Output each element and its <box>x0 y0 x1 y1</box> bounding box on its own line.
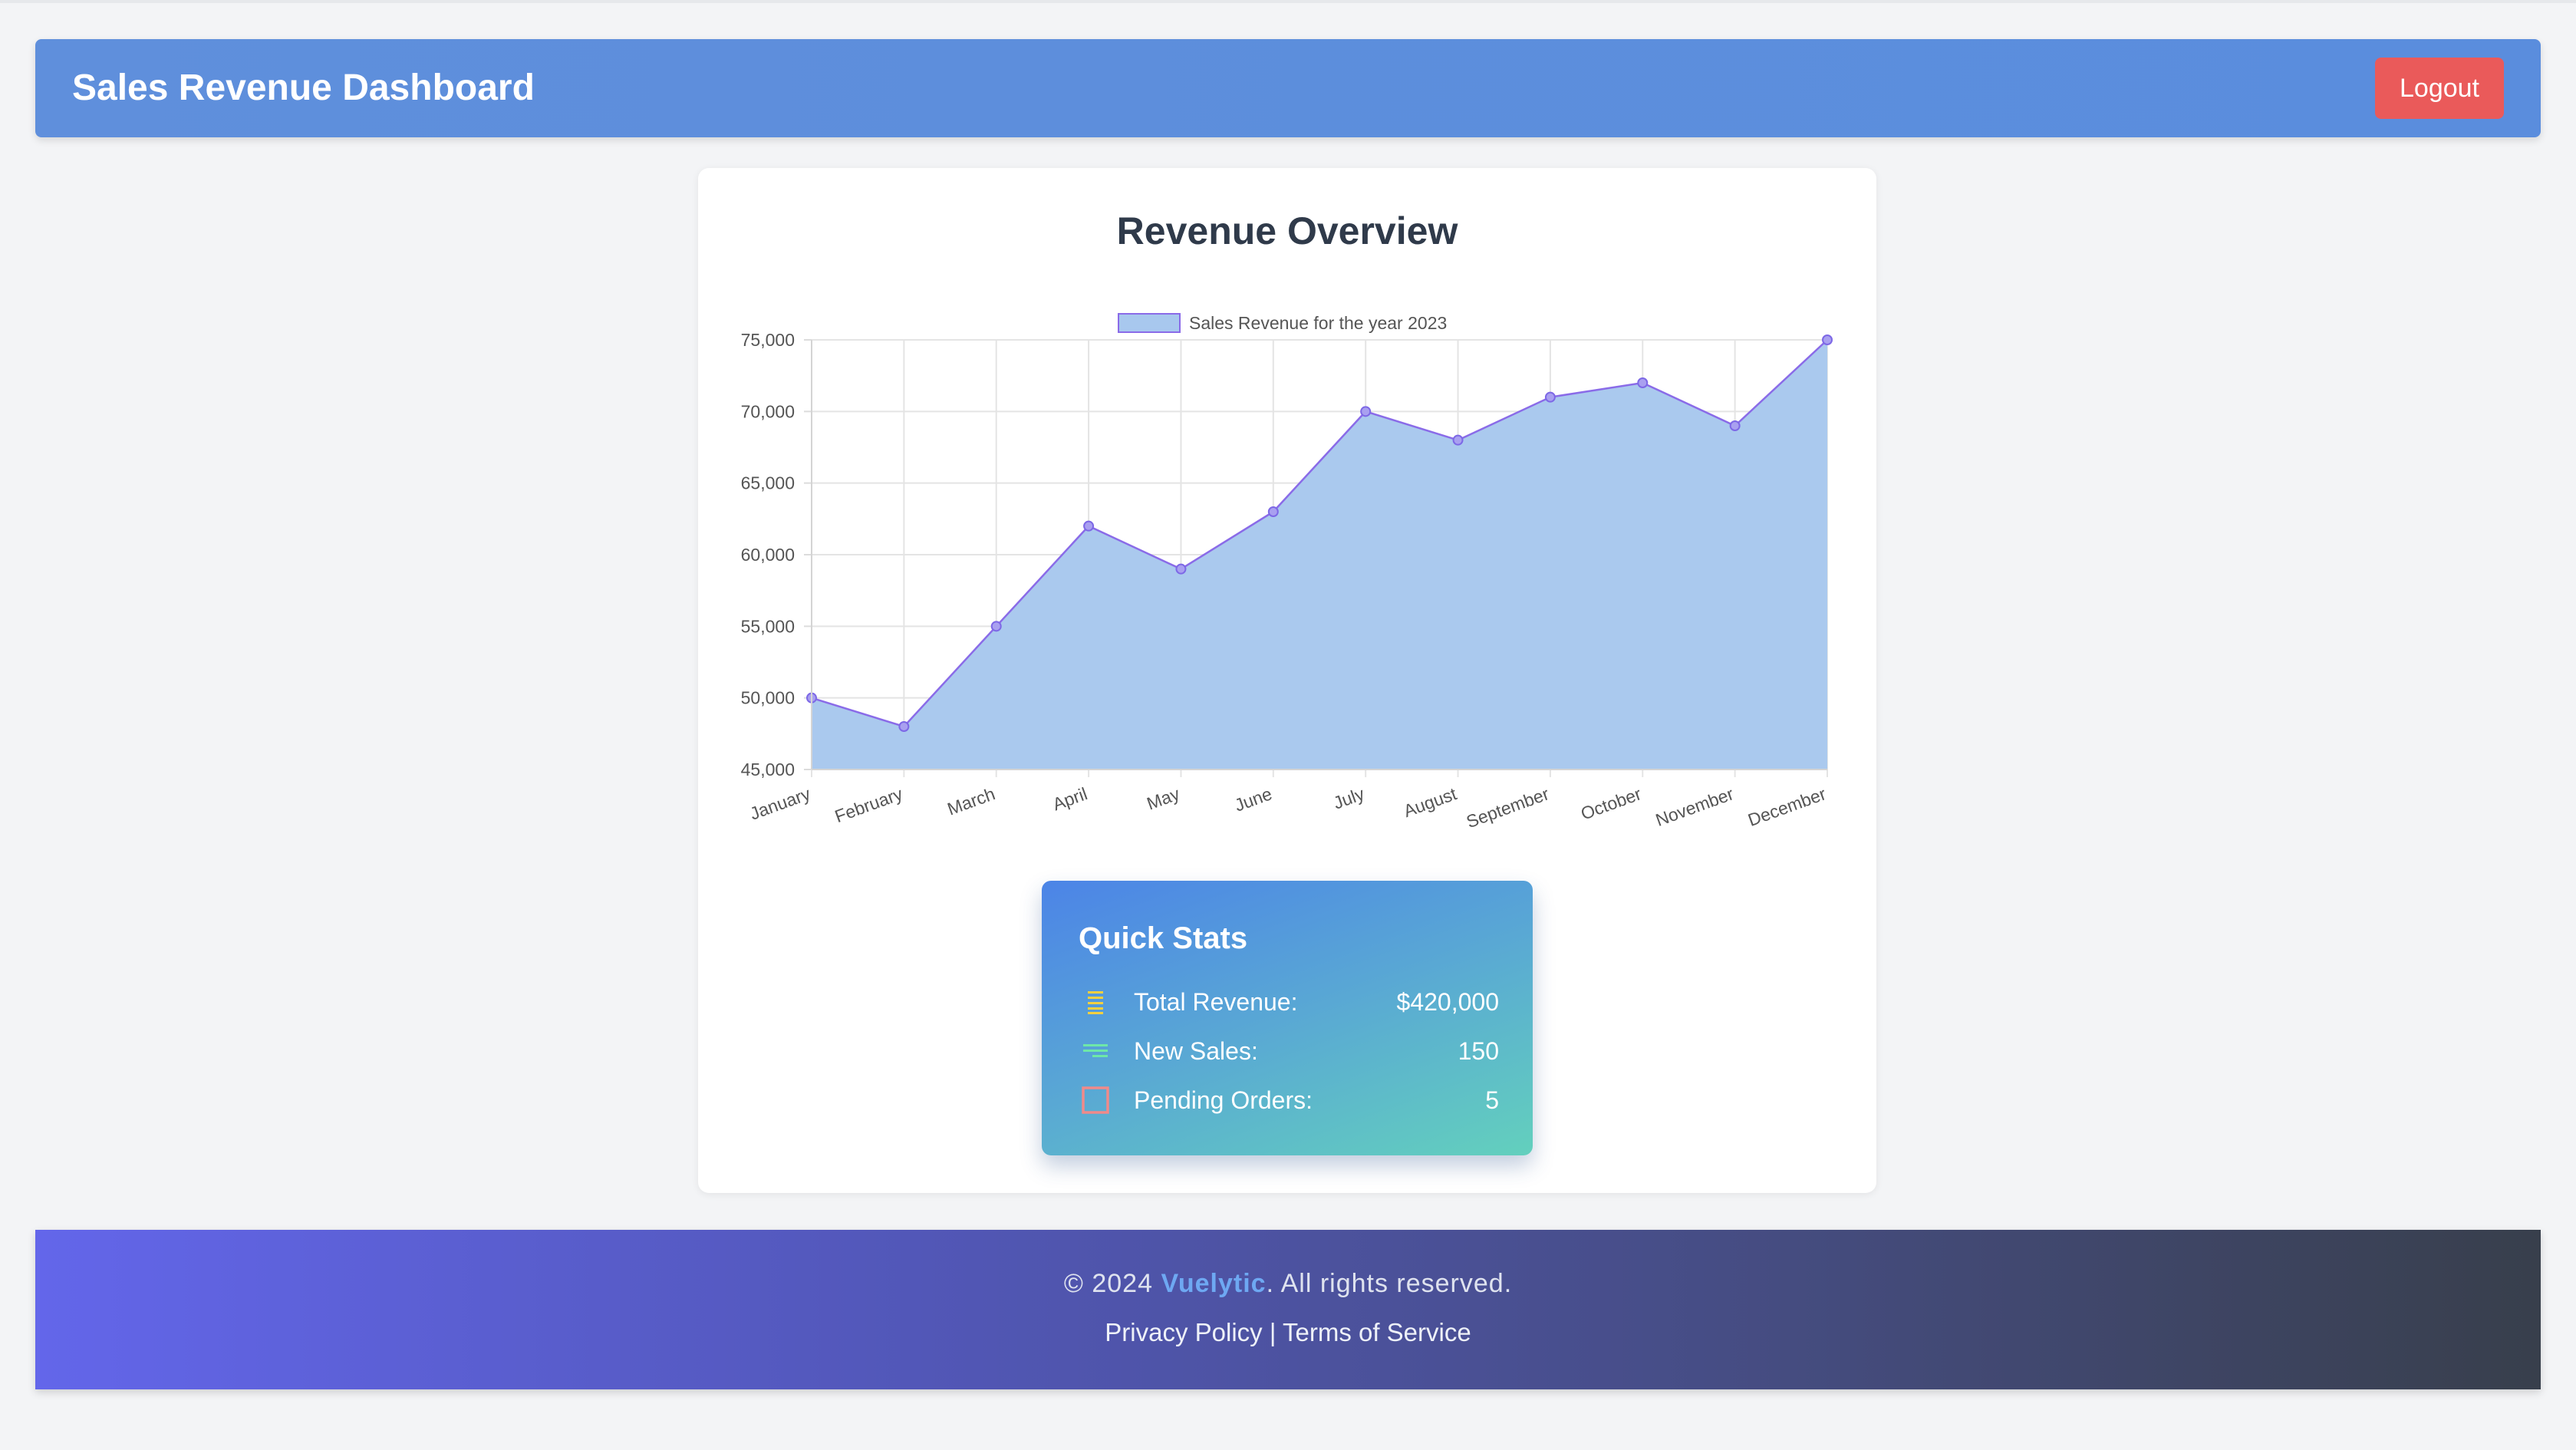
stat-value: $420,000 <box>1396 988 1499 1016</box>
y-tick-label: 65,000 <box>741 473 795 493</box>
data-point <box>1544 391 1556 403</box>
stat-label: New Sales: <box>1134 1037 1258 1065</box>
footer-links: Privacy Policy | Terms of Service <box>35 1316 2541 1349</box>
terms-of-service-link[interactable]: Terms of Service <box>1283 1318 1471 1346</box>
data-point <box>1175 563 1187 575</box>
x-tick-label: February <box>832 783 906 826</box>
x-tick-label: June <box>1232 783 1275 815</box>
data-point <box>1637 377 1649 388</box>
copyright-suffix: . All rights reserved. <box>1266 1269 1513 1298</box>
lines-icon <box>1083 1044 1108 1057</box>
data-point <box>1267 506 1279 517</box>
stat-value: 150 <box>1458 1037 1499 1065</box>
y-tick-label: 70,000 <box>741 401 795 421</box>
stat-new-sales: New Sales: 150 <box>1079 1033 1499 1069</box>
x-tick-label: April <box>1050 783 1090 814</box>
y-tick-label: 60,000 <box>741 545 795 565</box>
x-tick-label: July <box>1331 783 1368 813</box>
legend-swatch <box>1118 313 1181 333</box>
x-tick-label: December <box>1745 783 1829 830</box>
data-point <box>990 621 1002 632</box>
revenue-area-chart: 45,000 50,000 55,000 60,000 65,000 70,000 75,0… <box>741 313 1833 832</box>
legend-label: Sales Revenue for the year 2023 <box>1189 313 1447 333</box>
data-point <box>1729 420 1741 431</box>
x-tick-label: November <box>1653 783 1737 830</box>
logout-button[interactable]: Logout <box>2375 58 2504 119</box>
quick-stats-title: Quick Stats <box>1079 921 1248 955</box>
footer-separator: | <box>1262 1318 1283 1346</box>
copyright-prefix: © 2024 <box>1063 1269 1161 1298</box>
privacy-policy-link[interactable]: Privacy Policy <box>1105 1318 1262 1346</box>
quick-stats-card: Quick Stats Total Revenue: $420,000 New … <box>1042 881 1533 1155</box>
x-tick-label: October <box>1578 783 1644 824</box>
y-tick-label: 75,000 <box>741 330 795 350</box>
data-point <box>898 721 910 732</box>
window-top-border <box>0 0 2576 3</box>
app-header: Sales Revenue Dashboard Logout <box>35 39 2541 137</box>
x-tick-label: August <box>1401 783 1460 821</box>
brand-name: Vuelytic <box>1161 1269 1267 1298</box>
data-point <box>1360 406 1372 417</box>
stat-label: Total Revenue: <box>1134 988 1298 1016</box>
page-footer: © 2024 Vuelytic. All rights reserved. Pr… <box>35 1230 2541 1389</box>
y-tick-label: 55,000 <box>741 616 795 636</box>
stat-pending-orders: Pending Orders: 5 <box>1079 1082 1499 1119</box>
stat-total-revenue: Total Revenue: $420,000 <box>1079 984 1499 1020</box>
square-icon <box>1082 1086 1109 1114</box>
x-tick-label: March <box>944 783 997 819</box>
y-tick-label: 45,000 <box>741 760 795 779</box>
y-tick-label: 50,000 <box>741 688 795 708</box>
copyright-text: © 2024 Vuelytic. All rights reserved. <box>35 1267 2541 1300</box>
revenue-overview-card: Revenue Overview 45,000 50,000 55,000 60,00… <box>698 168 1876 1193</box>
data-point <box>1822 334 1833 345</box>
app-title: Sales Revenue Dashboard <box>72 68 535 108</box>
stat-value: 5 <box>1485 1086 1499 1114</box>
list-icon <box>1088 991 1103 1014</box>
x-tick-label: January <box>747 783 813 824</box>
x-tick-label: May <box>1144 783 1182 813</box>
data-point <box>1452 434 1464 446</box>
x-tick-label: September <box>1464 783 1552 832</box>
stat-label: Pending Orders: <box>1134 1086 1313 1114</box>
data-point <box>1083 520 1095 532</box>
